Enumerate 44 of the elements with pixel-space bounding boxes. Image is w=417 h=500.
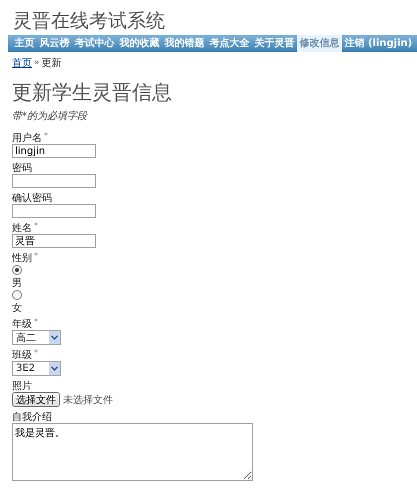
caret-icon xyxy=(49,362,60,375)
required-mark: * xyxy=(34,251,38,260)
option-label: 女 xyxy=(12,302,23,314)
nav-tab[interactable]: 风云榜 xyxy=(37,35,72,52)
breadcrumb-link[interactable]: 首页 xyxy=(12,56,32,70)
nav-tab[interactable]: 我的错题 xyxy=(162,35,207,52)
input-field[interactable] xyxy=(12,174,96,188)
site-title: 灵晋在线考试系统 xyxy=(12,9,166,34)
select-dropdown[interactable]: 3E2 xyxy=(12,361,61,376)
choose-file-button[interactable]: 选择文件 xyxy=(12,392,60,407)
required-mark: * xyxy=(44,131,48,140)
text-area[interactable]: 我是灵晋。 xyxy=(12,423,253,481)
page-heading: 更新学生灵晋信息 xyxy=(12,79,173,106)
field-label: 性别 xyxy=(12,252,32,265)
nav-tab[interactable]: 注销 (lingjin) xyxy=(342,35,415,52)
breadcrumb-current: 更新 xyxy=(42,56,62,70)
field-label: 自我介绍 xyxy=(12,410,52,424)
nav-tab[interactable]: 关于灵晋 xyxy=(252,35,297,52)
option-label: 男 xyxy=(12,277,23,289)
nav-tab[interactable]: 我的收藏 xyxy=(117,35,162,52)
field-label: 确认密码 xyxy=(12,192,52,205)
nav-tab[interactable]: 主页 xyxy=(12,35,37,52)
radio-button[interactable] xyxy=(12,265,22,275)
field-label: 年级 xyxy=(12,318,32,331)
required-mark: * xyxy=(34,348,38,357)
required-note: 带*的为必填字段 xyxy=(12,110,89,123)
breadcrumb-separator: » xyxy=(34,58,40,68)
radio-button[interactable] xyxy=(12,290,22,300)
caret-icon xyxy=(49,331,60,344)
field-label: 用户名 xyxy=(12,132,42,145)
nav-tab[interactable]: 考试中心 xyxy=(72,35,117,52)
input-field[interactable] xyxy=(12,204,96,218)
field-label: 密码 xyxy=(12,162,32,175)
nav-tab[interactable]: 修改信息 xyxy=(297,35,342,52)
required-mark: * xyxy=(34,317,38,326)
nav-tab[interactable]: 考点大全 xyxy=(207,35,252,52)
field-label: 姓名 xyxy=(12,222,32,235)
field-label: 照片 xyxy=(12,380,32,393)
required-mark: * xyxy=(34,221,38,230)
field-label: 班级 xyxy=(12,348,32,362)
input-field[interactable]: 灵晋 xyxy=(12,234,96,248)
input-field[interactable]: lingjin xyxy=(12,144,96,158)
select-dropdown[interactable]: 高二 xyxy=(12,330,61,345)
file-status: 未选择文件 xyxy=(63,394,113,406)
